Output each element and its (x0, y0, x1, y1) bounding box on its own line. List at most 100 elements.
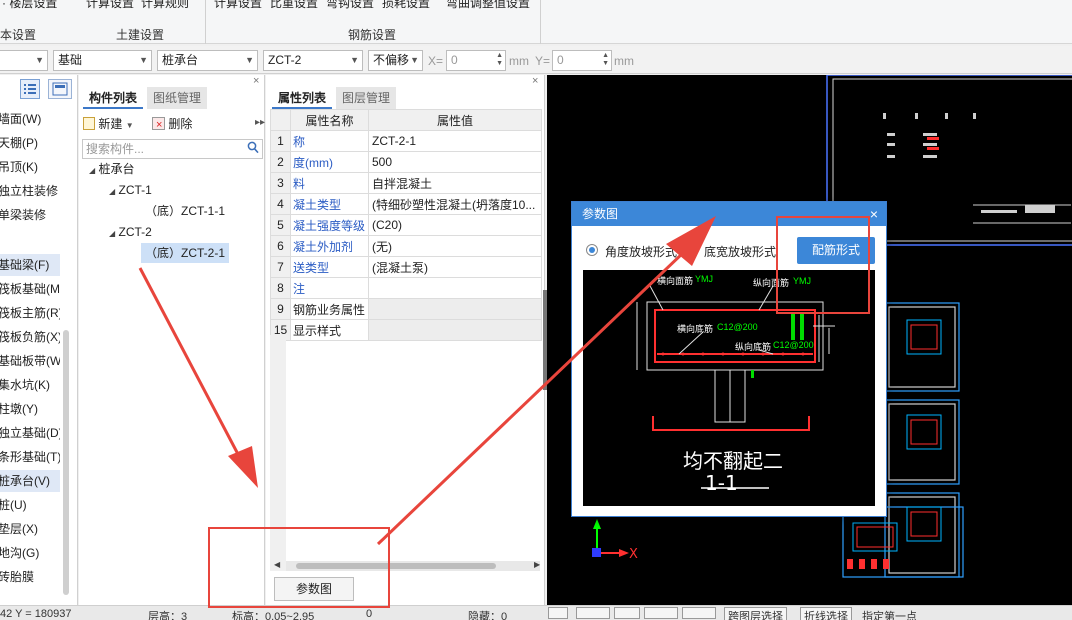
radio-angle-slope-label[interactable]: 角度放坡形式 (605, 243, 677, 260)
radio-angle-slope[interactable] (586, 244, 598, 256)
nav-item[interactable]: 筏板负筋(X) (0, 326, 60, 348)
property-row[interactable]: 15 显示样式 (270, 319, 542, 341)
component-search-input[interactable]: 搜索构件... (82, 139, 263, 159)
more-arrow-icon[interactable]: ▸▸ (255, 117, 265, 128)
grid-view-icon[interactable] (48, 79, 72, 99)
nav-item[interactable]: 桩承台(V) (0, 470, 60, 492)
nav-item[interactable]: 吊顶(K) (0, 156, 60, 178)
ribbon-item-loss-settings[interactable]: 损耗设置 (382, 0, 430, 11)
tree-node-zct1[interactable]: ◢ ZCT-1 (109, 180, 152, 200)
section-number: 1-1 (705, 471, 738, 495)
property-value[interactable]: (C20) (368, 214, 542, 236)
nav-item[interactable]: 砖胎膜 (0, 566, 60, 588)
property-row[interactable]: 8注 (270, 277, 542, 299)
delete-button[interactable]: × 删除 (152, 115, 192, 133)
search-icon[interactable] (247, 141, 259, 160)
nav-item[interactable]: 独立柱装修 (0, 180, 60, 202)
tree-node-zct2[interactable]: ◢ ZCT-2 (109, 222, 152, 242)
cross-select-icon[interactable] (614, 607, 640, 619)
tab-drawing-management[interactable]: 图纸管理 (147, 87, 208, 109)
tree-node-zct1-1[interactable]: （底）ZCT-1-1 (145, 201, 225, 221)
floor-combo[interactable]: ▼ (0, 50, 48, 71)
nav-item[interactable]: 独立基础(D) (0, 422, 60, 444)
ribbon-item-bend-adjust[interactable]: 弯曲调整值设置 (446, 0, 530, 11)
property-value[interactable]: (混凝土泵) (368, 256, 542, 278)
tree-expand-icon[interactable]: ◢ (89, 166, 95, 175)
tree-node-label: ZCT-1 (118, 183, 152, 197)
property-value[interactable]: 自拌混凝土 (368, 172, 542, 194)
property-value[interactable]: 500 (368, 151, 542, 173)
nav-item[interactable]: 垫层(X) (0, 518, 60, 540)
property-value[interactable]: (特细砂塑性混凝土(坍落度10... (368, 193, 542, 215)
nav-item[interactable]: 地沟(G) (0, 542, 60, 564)
property-value[interactable] (368, 298, 542, 320)
nav-item[interactable]: 条形基础(T) (0, 446, 60, 468)
category-combo[interactable]: 基础 ▼ (53, 50, 152, 71)
row-index: 9 (270, 298, 291, 320)
angle-snap-icon[interactable] (644, 607, 678, 619)
nav-item[interactable]: 筏板基础(M) (0, 278, 60, 300)
nav-item[interactable]: 桩(U) (0, 494, 60, 516)
property-value[interactable]: ZCT-2-1 (368, 130, 542, 152)
close-icon[interactable]: × (870, 202, 878, 226)
polyline-select-button[interactable]: 折线选择 (800, 607, 852, 620)
add-point-icon[interactable] (682, 607, 716, 619)
code-bottom-transverse: C12@200 (717, 322, 758, 332)
nav-scrollbar[interactable] (63, 330, 69, 595)
ribbon-item-density-settings[interactable]: 比重设置 (270, 0, 318, 11)
new-button[interactable]: 新建 ▼ (83, 115, 134, 133)
property-row[interactable]: 3 料自拌混凝土 (270, 172, 542, 194)
category-combo-value: 基础 (58, 53, 83, 67)
nav-item[interactable]: 墙面(W) (0, 108, 60, 130)
type-combo[interactable]: 桩承台 ▼ (157, 50, 258, 71)
property-value[interactable] (368, 319, 542, 341)
ribbon-item-hook-settings[interactable]: 弯钩设置 (326, 0, 374, 11)
ribbon-item-rebar-calc-settings[interactable]: 计算设置 (214, 0, 262, 11)
panel-close-icon[interactable]: × (532, 75, 538, 87)
nav-item[interactable]: 天棚(P) (0, 132, 60, 154)
cross-layer-select-button[interactable]: 跨图层选择 (724, 607, 787, 620)
snap-mode-icon[interactable] (548, 607, 568, 619)
property-row[interactable]: 9 钢筋业务属性 (270, 298, 542, 320)
tree-expand-icon[interactable]: ◢ (109, 187, 115, 196)
property-row[interactable]: 1 称 ZCT-2-1 (270, 130, 542, 152)
ribbon: · 楼层设置 计算设置 计算规则 计算设置 比重设置 弯钩设置 损耗设置 弯曲调… (0, 0, 1072, 44)
y-input[interactable]: 0 ▲ ▼ (552, 50, 612, 71)
tab-property-list[interactable]: 属性列表 (272, 87, 333, 109)
tree-expand-icon[interactable]: ◢ (109, 229, 115, 238)
property-value[interactable]: (无) (368, 235, 542, 257)
code-bottom-longitudinal: C12@200 (773, 340, 814, 350)
component-combo[interactable]: ZCT-2 ▼ (263, 50, 363, 71)
tree-node-zct2-1[interactable]: （底）ZCT-2-1 (141, 243, 230, 263)
chevron-down-icon: ▼ (410, 55, 419, 65)
property-row[interactable]: 7 送类型 (混凝土泵) (270, 256, 542, 278)
spinner-arrows-icon[interactable]: ▲ ▼ (602, 52, 609, 68)
nav-item[interactable]: 基础板带(W) (0, 350, 60, 372)
scroll-right-icon[interactable]: ▶ (534, 560, 540, 569)
radio-bottom-width-slope-label[interactable]: 底宽放坡形式 (704, 243, 776, 260)
nav-item[interactable]: 单梁装修 (0, 204, 60, 226)
property-row[interactable]: 4 凝土类型 (特细砂塑性混凝土(坍落度10... (270, 193, 542, 215)
property-row[interactable]: 2 度(mm) 500 (270, 151, 542, 173)
tab-layer-management[interactable]: 图层管理 (336, 87, 397, 109)
spinner-arrows-icon[interactable]: ▲ ▼ (496, 52, 503, 68)
nav-item[interactable]: 筏板主筋(R) (0, 302, 60, 324)
panel-close-icon[interactable]: × (253, 75, 259, 87)
radio-bottom-width-slope[interactable] (684, 244, 696, 256)
property-row[interactable]: 6 凝土外加剂 (无) (270, 235, 542, 257)
offset-combo[interactable]: 不偏移 ▼ (368, 50, 423, 71)
list-view-icon[interactable] (20, 79, 40, 99)
tab-component-list[interactable]: 构件列表 (83, 87, 144, 109)
tree-node-root[interactable]: ◢ 桩承台 (89, 159, 135, 179)
ribbon-item-calc-settings[interactable]: 计算设置 (86, 0, 134, 11)
ribbon-item-floor-settings[interactable]: · 楼层设置 (2, 0, 57, 11)
chevron-down-icon: ▼ (139, 55, 148, 65)
nav-item[interactable]: 基础梁(F) (0, 254, 60, 276)
ribbon-item-calc-rules[interactable]: 计算规则 (141, 0, 189, 11)
nav-item[interactable]: 集水坑(K) (0, 374, 60, 396)
nav-item[interactable]: 柱墩(Y) (0, 398, 60, 420)
select-mode-icon[interactable] (576, 607, 610, 619)
x-input[interactable]: 0 ▲ ▼ (446, 50, 506, 71)
property-row[interactable]: 5 凝土强度等级 (C20) (270, 214, 542, 236)
property-value[interactable] (368, 277, 542, 299)
